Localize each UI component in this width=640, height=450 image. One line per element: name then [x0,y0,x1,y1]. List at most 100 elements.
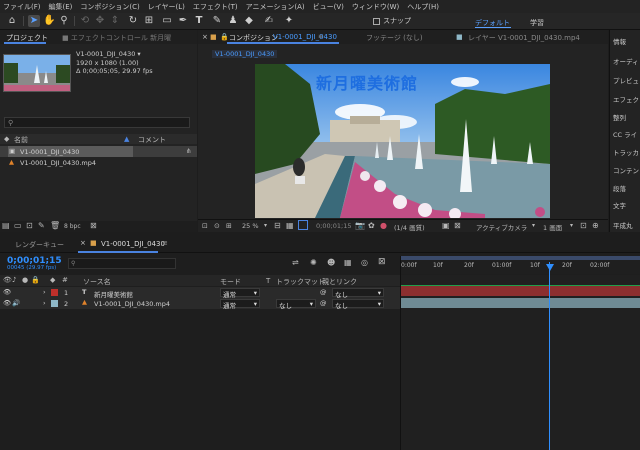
lock-icon[interactable]: ■ [210,33,217,41]
current-time-display[interactable]: 0;00;01;15 [316,222,352,230]
close-icon[interactable]: × [80,239,86,247]
share-view-icon[interactable]: ⊡ [580,221,587,230]
vr-icon[interactable]: ⊙ [214,222,220,230]
expand-icon[interactable]: › [43,288,46,296]
lock-toggle-icon[interactable]: 🔒 [220,33,229,41]
graph-editor-icon[interactable]: ⊠ [378,257,386,267]
orbit-tool-icon[interactable]: ⟲ [79,15,91,27]
col-comment[interactable]: コメント [138,135,166,145]
visibility-icon[interactable]: 👁 [3,299,11,307]
menu-window[interactable]: ウィンドウ(W) [352,2,399,12]
chevron-down-icon[interactable]: ▾ [532,222,535,229]
reset-exposure-icon[interactable]: ⊕ [592,221,599,230]
menu-help[interactable]: ヘルプ(H) [407,2,439,12]
home-icon[interactable]: ⌂ [6,15,18,27]
panel-character[interactable]: 文字 [613,200,626,210]
info-name[interactable]: V1-0001_DJI_0430 ▾ [76,50,153,59]
snapshot-icon[interactable]: 📷 [355,221,365,230]
rectangle-tool-icon[interactable]: ▭ [161,15,173,27]
chevron-down-icon[interactable]: ▾ [264,222,267,229]
layer-label-color[interactable] [51,289,58,296]
delete-icon[interactable]: ⊠ [90,221,97,230]
close-icon[interactable]: × [202,33,208,41]
always-preview-icon[interactable]: ⊡ [202,222,208,230]
audio-icon[interactable]: 🔊 [12,299,20,307]
puppet-pin-icon[interactable]: ✦ [283,15,295,27]
panel-align[interactable]: 整列 [613,112,626,122]
fit-icon[interactable]: ⊟ [274,221,281,230]
clone-stamp-icon[interactable]: ♟ [227,15,239,27]
panel-paragraph[interactable]: 段落 [613,183,626,193]
frame-blending-icon[interactable]: ▦ [344,258,352,267]
chevron-down-icon[interactable]: ▾ [570,222,573,229]
draft-3d-icon[interactable]: ✺ [310,258,317,267]
workspace-learn[interactable]: 学習 [530,18,544,28]
panel-tracker[interactable]: トラッカ [613,147,639,157]
expand-icon[interactable]: › [43,299,46,307]
snap-toggle[interactable]: スナップ [373,16,411,26]
adjust-icon[interactable]: ✎ [38,221,45,230]
tab-render-queue[interactable]: レンダーキュー [15,240,64,250]
transparency-grid-icon[interactable]: ▦ [286,221,294,230]
roto-brush-icon[interactable]: ✍ [263,15,275,27]
region-of-interest-icon[interactable] [298,220,308,230]
sort-arrow-icon[interactable]: ▲ [124,135,129,143]
col-track-matte[interactable]: トラックマット [276,277,325,287]
work-area-bar[interactable] [401,256,640,260]
layer-row[interactable]: 👁 🔊 › 2 ▲ V1-0001_DJI_0430.mp4 通常 ▾ なし ▾ @… [0,298,400,310]
panel-effects[interactable]: エフェク [613,94,639,104]
eraser-tool-icon[interactable]: ◆ [243,15,255,27]
menu-file[interactable]: ファイル(F) [3,2,41,12]
camera-dropdown[interactable]: アクティブカメラ [476,222,527,232]
motion-blur-icon[interactable]: ◎ [361,258,368,267]
project-item-row[interactable]: ▲ V1-0001_DJI_0430.mp4 [0,158,197,169]
zoom-tool-icon[interactable]: ⚲ [58,15,70,27]
track-xy-icon[interactable]: ✥ [94,15,106,27]
pick-whip-icon[interactable]: @ [320,299,327,307]
menu-edit[interactable]: 編集(E) [49,2,73,12]
view-layout-dropdown[interactable]: 1 画面 [543,222,562,232]
selection-tool-icon[interactable]: ➤ [28,15,40,27]
trash-icon[interactable]: 🗑 [50,221,60,230]
parent-dropdown[interactable]: なし ▾ [332,288,384,299]
toggle-3d-icon[interactable]: ⊠ [454,221,461,230]
col-parent[interactable]: 親とリンク [322,277,357,287]
menu-view[interactable]: ビュー(V) [313,2,344,12]
zoom-dropdown[interactable]: 25 % [242,222,259,230]
col-source-name[interactable]: ソース名 [83,277,111,287]
tab-footage[interactable]: フッテージ (なし) [366,33,423,43]
menu-animation[interactable]: アニメーション(A) [246,2,305,12]
font-family-field[interactable]: 平成丸 [613,220,633,230]
project-search-input[interactable]: ⚲ [4,117,190,128]
shy-icon[interactable]: ☻ [327,258,335,267]
tab-menu-icon[interactable]: ≡ [318,33,323,40]
bpc-label[interactable]: 8 bpc [64,223,81,230]
hand-tool-icon[interactable]: ✋ [43,15,55,27]
comp-mini-flowchart-icon[interactable]: ⇌ [292,258,299,267]
visibility-icon[interactable]: 👁 [3,288,11,296]
dolly-tool-icon[interactable]: ⇕ [109,15,121,27]
panel-audio[interactable]: オーディ [613,56,639,66]
blend-mode-dropdown[interactable]: 通常 ▾ [220,299,260,310]
panel-preview[interactable]: プレビュ [613,75,639,85]
interpret-footage-icon[interactable]: ▤ [2,221,10,230]
type-tool-icon[interactable]: T [193,15,205,27]
panel-info[interactable]: 情報 [613,36,626,46]
comp-breadcrumb[interactable]: V1-0001_DJI_0430 [212,50,278,58]
anchor-tool-icon[interactable]: ⊞ [143,15,155,27]
col-t[interactable]: T [266,277,270,285]
tab-layer[interactable]: レイヤー V1-0001_DJI_0430.mp4 [468,33,580,43]
panel-cc-library[interactable]: CC ライ [613,129,637,139]
pick-whip-icon[interactable]: @ [320,288,327,296]
layer-row[interactable]: 👁 › 1 T 新月曜美術館 通常 ▾ @ なし ▾ [0,287,400,299]
color-channel-icon[interactable]: ● [380,221,387,230]
menu-effect[interactable]: エフェクト(T) [193,2,238,12]
flowchart-icon[interactable]: ⋔ [186,147,191,155]
mask-visibility-icon[interactable]: ⊞ [226,222,232,230]
menu-composition[interactable]: コンポジション(C) [80,2,139,12]
layer-duration-bar-2[interactable] [401,298,640,308]
track-matte-dropdown[interactable]: なし ▾ [276,299,316,310]
new-folder-icon[interactable]: ▭ [14,221,22,230]
pen-tool-icon[interactable]: ✒ [177,15,189,27]
col-mode[interactable]: モード [220,277,241,287]
